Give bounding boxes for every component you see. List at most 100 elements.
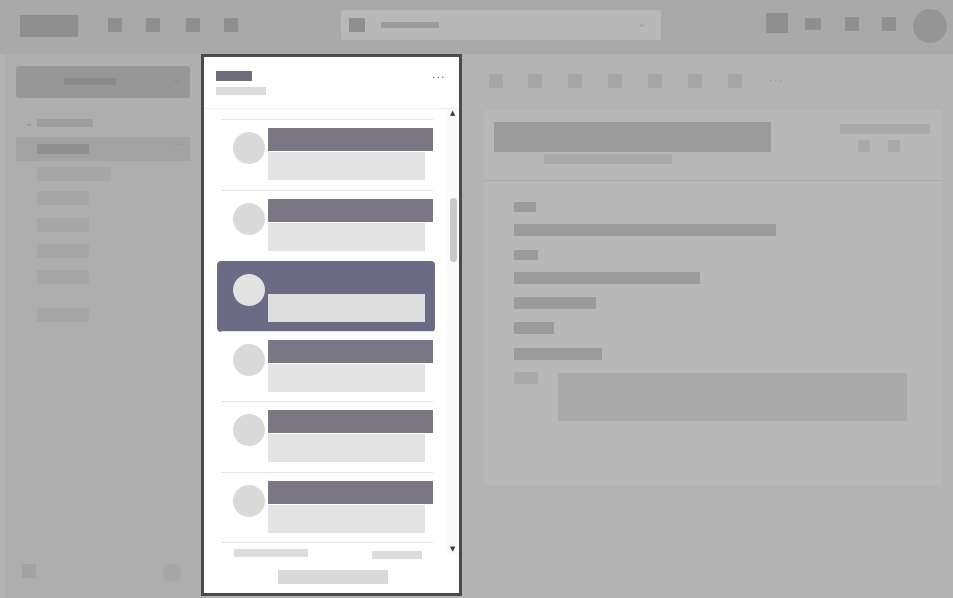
toolbar-icon (528, 74, 542, 88)
search-placeholder (381, 22, 439, 28)
footer-text (234, 549, 308, 557)
user-avatar (913, 9, 947, 43)
item-preview (268, 505, 425, 533)
nav-icon (186, 18, 200, 32)
toolbar-icon (728, 74, 742, 88)
list-item[interactable] (204, 401, 445, 471)
conversation-list[interactable] (204, 109, 445, 555)
detail-action-icon (888, 140, 900, 152)
list-item[interactable] (204, 119, 445, 189)
footer-action-button[interactable] (278, 570, 388, 584)
item-divider (221, 542, 433, 543)
item-preview (268, 294, 425, 322)
item-title (268, 481, 433, 504)
item-preview (268, 223, 425, 251)
toolbar-icon (805, 18, 821, 30)
search-icon (349, 18, 365, 32)
dropdown-label (64, 78, 116, 85)
list-item-selected[interactable] (204, 261, 445, 332)
sidebar-group-label (37, 119, 93, 127)
settings-icon (22, 564, 36, 578)
panel-title (216, 71, 252, 81)
detail-action-icon (858, 140, 870, 152)
detail-line (514, 348, 602, 360)
sidebar-item-label (37, 144, 89, 154)
sidebar: ⌄ ⌄ ··· (5, 54, 203, 598)
detail-line (514, 322, 554, 334)
detail-line (514, 202, 536, 212)
avatar (233, 485, 265, 517)
sidebar-item (37, 244, 89, 258)
toolbar-icon (568, 74, 582, 88)
more-horizontal-icon: ··· (171, 140, 184, 151)
chevron-up-icon[interactable]: ▲ (450, 109, 455, 117)
detail-tag (514, 372, 538, 384)
sidebar-item (37, 167, 111, 181)
item-divider (221, 472, 433, 473)
detail-divider (484, 180, 942, 181)
avatar (233, 274, 265, 306)
chevron-down-icon: ⌄ (172, 72, 183, 86)
top-bar: ⌄ (0, 0, 953, 54)
conversation-list-panel: ··· ▲ ▼ (201, 54, 462, 596)
panel-header: ··· (204, 57, 459, 109)
toolbar-icon (766, 13, 788, 33)
help-icon (163, 564, 181, 582)
toolbar-icon (882, 17, 896, 31)
item-divider (221, 401, 433, 402)
avatar (233, 203, 265, 235)
toolbar-icon (489, 74, 503, 88)
avatar (233, 132, 265, 164)
detail-line (514, 224, 776, 236)
more-horizontal-icon[interactable]: ··· (432, 71, 446, 84)
list-item[interactable] (204, 472, 445, 542)
detail-meta (840, 124, 930, 134)
sidebar-dropdown: ⌄ (16, 66, 190, 98)
nav-icon (108, 18, 122, 32)
toolbar-icon (648, 74, 662, 88)
item-divider (221, 190, 433, 191)
toolbar-icon (608, 74, 622, 88)
chevron-down-icon[interactable]: ▼ (450, 545, 455, 553)
search-bar: ⌄ (341, 10, 661, 40)
detail-title (494, 122, 771, 152)
toolbar-icon (688, 74, 702, 88)
footer-text (372, 551, 422, 559)
nav-icon (224, 18, 238, 32)
avatar (233, 414, 265, 446)
item-preview (268, 152, 425, 180)
nav-icon (146, 18, 160, 32)
detail-line (514, 272, 700, 284)
app-window: ⌄ ⌄ ⌄ ··· ··· ··· ▲ ▼ (0, 0, 953, 598)
sidebar-item (37, 191, 89, 205)
item-preview (268, 364, 425, 392)
item-divider (221, 119, 433, 120)
panel-subtitle (216, 87, 266, 95)
detail-card (484, 110, 942, 485)
item-preview (268, 434, 425, 462)
item-title (268, 270, 433, 293)
detail-line (514, 297, 596, 309)
app-logo (20, 15, 78, 37)
toolbar-icon (845, 17, 859, 31)
item-title (268, 128, 433, 151)
avatar (233, 344, 265, 376)
item-title (268, 410, 433, 433)
detail-subtitle (544, 154, 672, 164)
item-title (268, 340, 433, 363)
detail-line (514, 250, 538, 260)
sidebar-item (37, 270, 89, 284)
sidebar-item (37, 308, 89, 322)
sidebar-item (37, 218, 89, 232)
list-item[interactable] (204, 331, 445, 401)
chevron-down-icon: ⌄ (637, 16, 648, 30)
scrollbar-thumb[interactable] (450, 198, 457, 262)
scrollbar[interactable] (447, 109, 459, 555)
more-horizontal-icon: ··· (769, 74, 784, 88)
item-divider (221, 331, 433, 332)
panel-footer (204, 549, 459, 593)
chevron-down-icon: ⌄ (25, 118, 34, 129)
detail-preview-box (558, 373, 907, 421)
item-title (268, 199, 433, 222)
list-item[interactable] (204, 190, 445, 260)
